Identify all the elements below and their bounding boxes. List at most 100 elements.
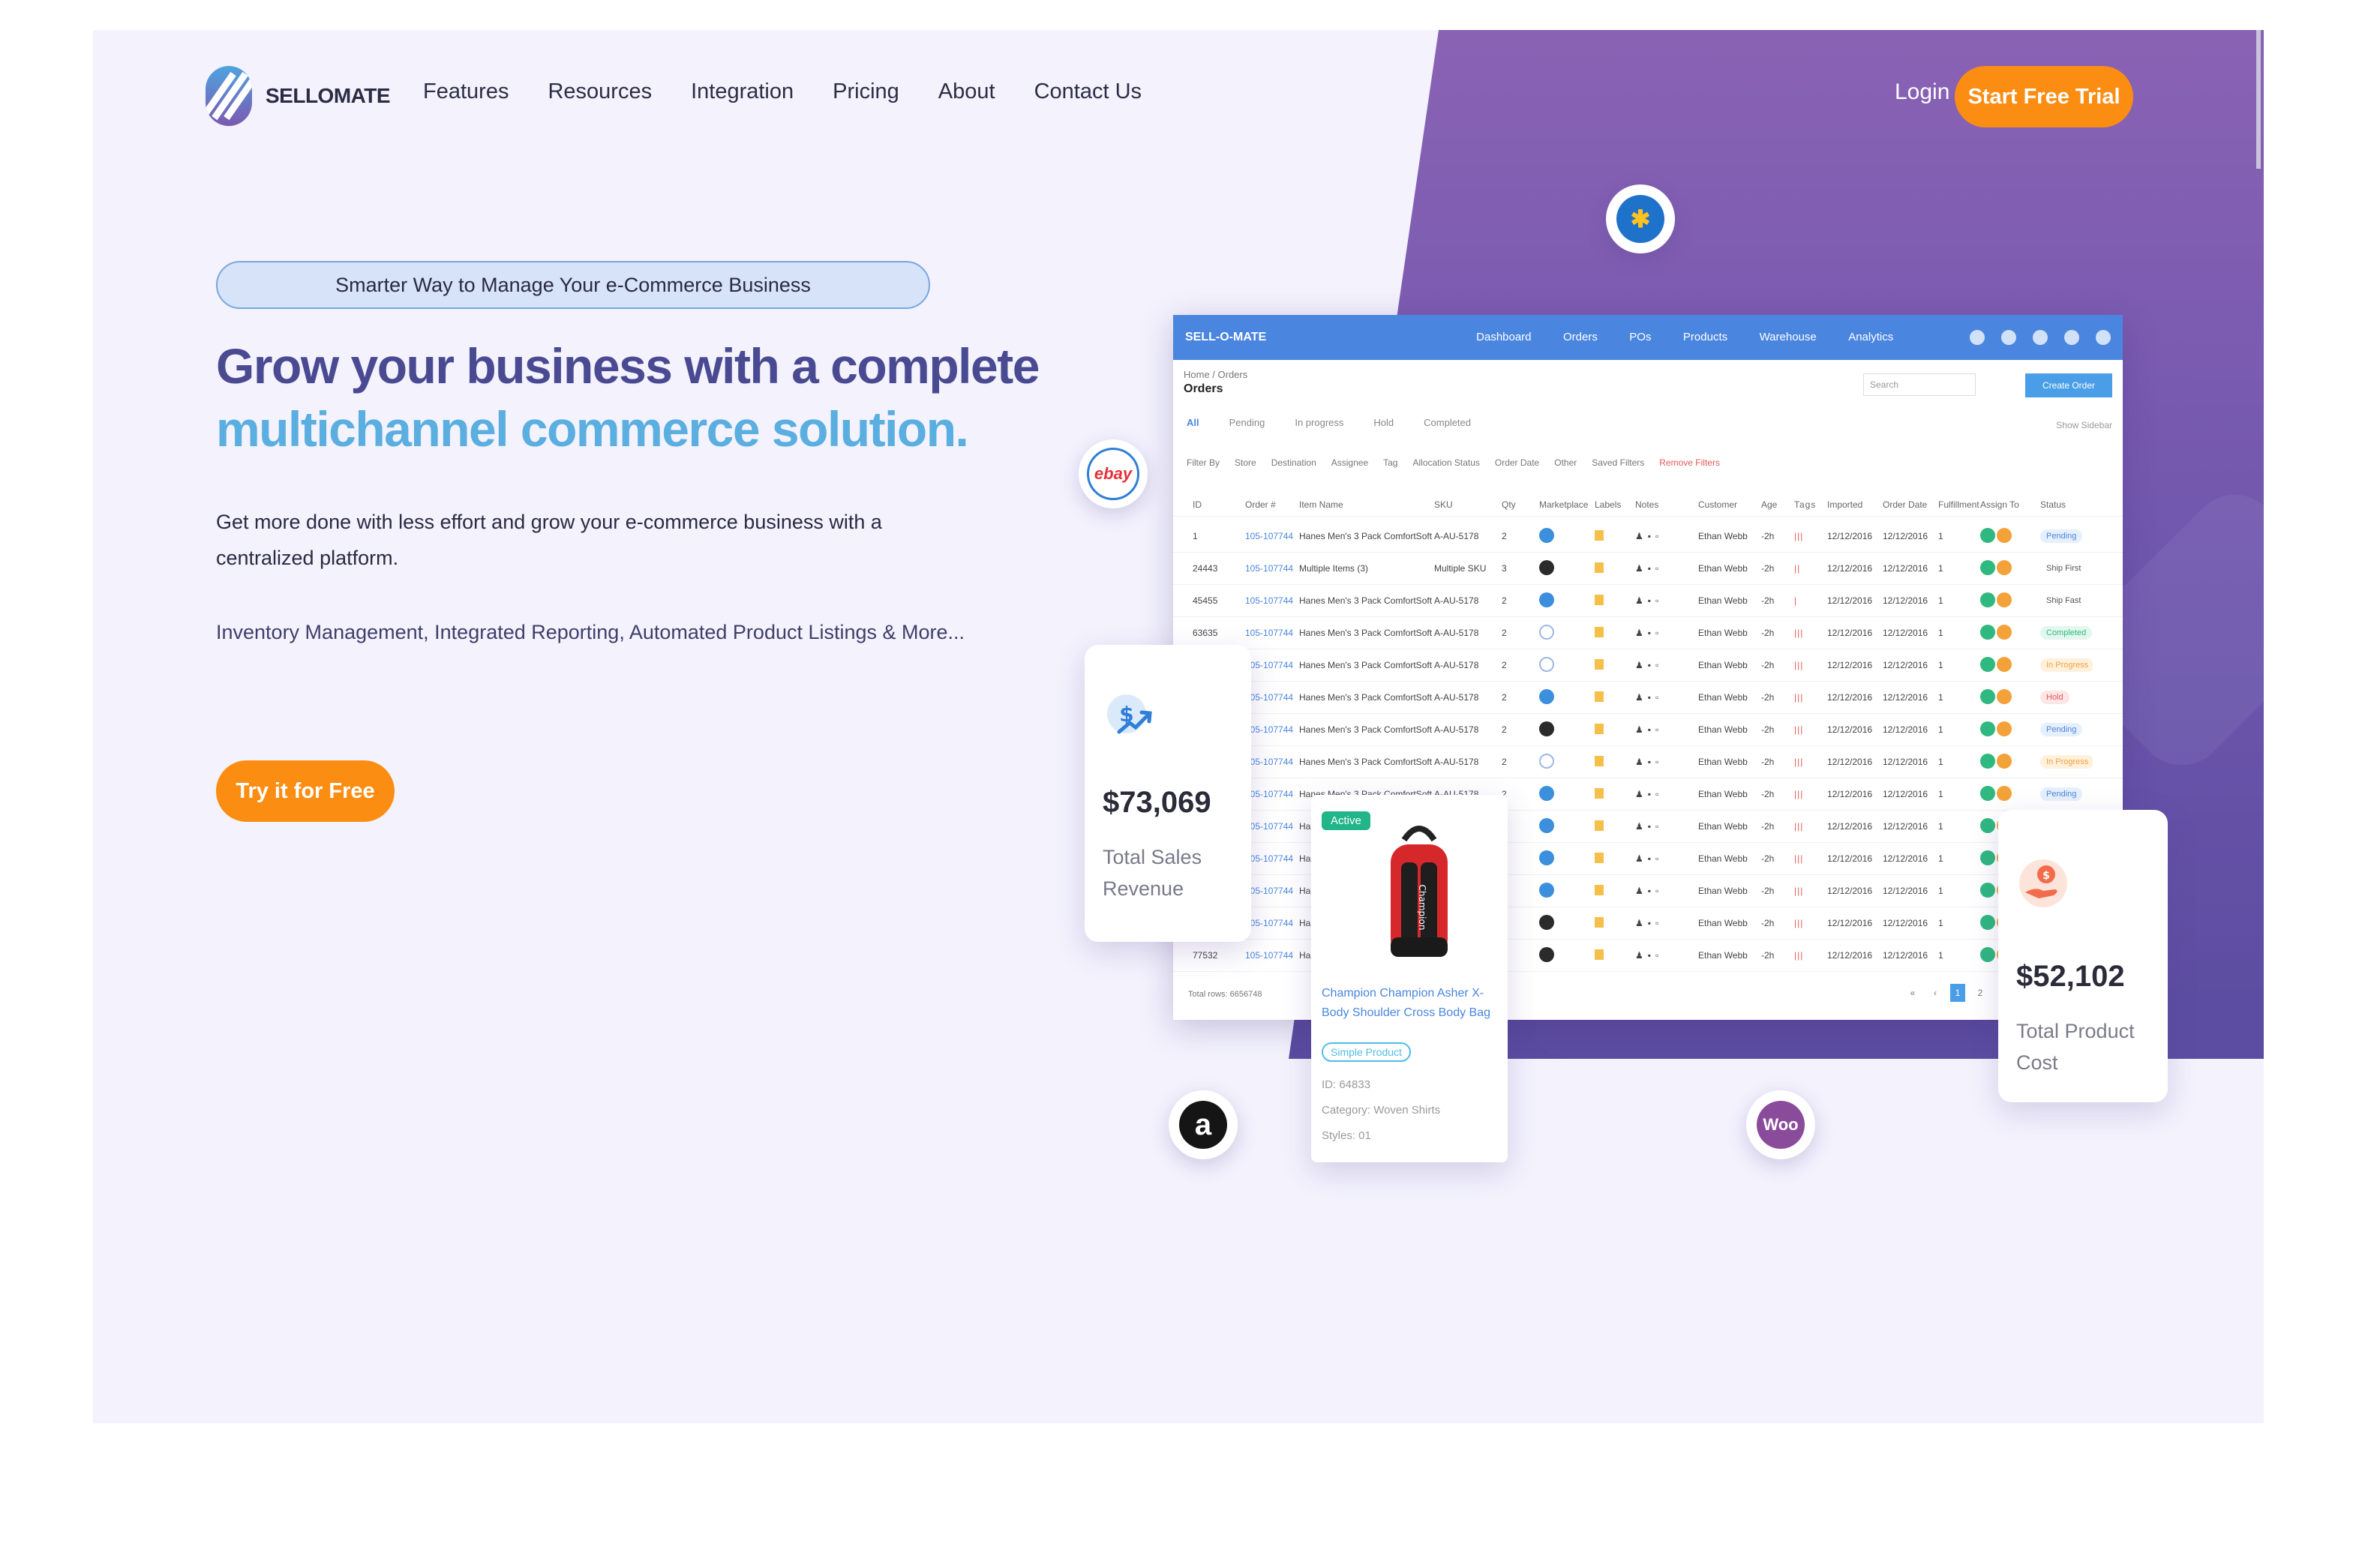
cell-imported: 12/12/2016 <box>1827 886 1873 896</box>
cell-marketplace <box>1539 688 1595 706</box>
nav-link-contact[interactable]: Contact Us <box>1034 79 1142 104</box>
label-icon <box>1595 916 1604 928</box>
cell-age: -2h <box>1761 886 1775 896</box>
cell-notes: ♟▪▫ <box>1635 628 1664 638</box>
cell-tags: ||| <box>1794 531 1804 541</box>
marketplace-icon <box>1539 721 1554 736</box>
cell-imported: 12/12/2016 <box>1827 789 1873 799</box>
cell-order-date: 12/12/2016 <box>1883 853 1928 864</box>
cell-age: -2h <box>1761 660 1775 670</box>
cell-age: -2h <box>1761 918 1775 928</box>
cell-order: 105-107744 <box>1245 853 1294 864</box>
product-type-badge: Simple Product <box>1322 1042 1411 1062</box>
cell-order: 105-107744 <box>1245 886 1294 896</box>
cell-order: 105-107744 <box>1245 692 1294 703</box>
dash-menu-item: Dashboard <box>1476 331 1532 343</box>
hero-headline-line1: Grow your business with a complete <box>216 338 1040 394</box>
assignee-avatar <box>1980 785 1995 801</box>
cell-customer: Ethan Webb <box>1698 918 1748 928</box>
status-badge: In Progress <box>2040 755 2093 769</box>
cell-item: Hanes Men's 3 Pack ComfortSoft <box>1299 692 1433 703</box>
woocommerce-icon: Woo <box>1757 1101 1805 1149</box>
assignee-avatar <box>1980 624 1995 640</box>
login-link[interactable]: Login <box>1895 79 1949 105</box>
cell-age: -2h <box>1761 821 1775 832</box>
cell-assign <box>1980 785 2040 803</box>
cell-order: 105-107744 <box>1245 563 1294 574</box>
cell-age: -2h <box>1761 628 1775 638</box>
cell-age: -2h <box>1761 950 1775 961</box>
marketplace-icon <box>1539 785 1554 801</box>
cell-marketplace <box>1539 850 1595 868</box>
status-badge: Pending <box>2040 787 2083 801</box>
assignee-avatar <box>1980 721 1995 736</box>
status-badge: Pending <box>2040 529 2083 543</box>
cell-sku: A-AU-5178 <box>1434 724 1479 735</box>
cell-tags: ||| <box>1794 757 1804 767</box>
try-it-free-button[interactable]: Try it for Free <box>216 760 395 822</box>
dash-menu-item: Warehouse <box>1759 331 1817 343</box>
cell-notes: ♟▪▫ <box>1635 692 1664 703</box>
cell-sku: A-AU-5178 <box>1434 692 1479 703</box>
dashboard-topbar: SELL-O-MATE Dashboard Orders POs Product… <box>1173 315 2123 360</box>
walmart-icon: ✱ <box>1616 195 1664 243</box>
cell-marketplace <box>1539 785 1595 803</box>
cell-order-date: 12/12/2016 <box>1883 531 1928 541</box>
assignee-avatar <box>1997 721 2012 736</box>
cell-customer: Ethan Webb <box>1698 757 1748 767</box>
brand-logo[interactable]: SELLOMATE <box>206 66 391 126</box>
col-header: Age <box>1761 499 1778 510</box>
cell-marketplace <box>1539 882 1595 900</box>
cell-status: Ship First <box>2040 562 2093 575</box>
assignee-avatar <box>1980 688 1995 704</box>
nav-link-about[interactable]: About <box>938 79 995 104</box>
assignee-avatar <box>1980 882 1995 898</box>
dash-filter: Tag <box>1383 457 1398 468</box>
total-cost-value: $52,102 <box>2016 960 2125 993</box>
cell-notes: ♟▪▫ <box>1635 531 1664 541</box>
cell-labels <box>1595 884 1635 898</box>
top-navbar: SELLOMATE Features Resources Integration… <box>93 30 2264 157</box>
cell-order-date: 12/12/2016 <box>1883 563 1928 574</box>
dash-menu-item: Products <box>1682 331 1728 343</box>
col-header: Customer <box>1698 499 1738 510</box>
cell-id: 1 <box>1193 531 1198 541</box>
marketplace-icon <box>1539 527 1554 543</box>
cell-tags: ||| <box>1794 628 1804 638</box>
start-free-trial-button[interactable]: Start Free Trial <box>1955 66 2133 127</box>
amazon-icon: a <box>1179 1101 1227 1149</box>
total-sales-value: $73,069 <box>1103 786 1211 819</box>
nav-link-features[interactable]: Features <box>423 79 509 104</box>
cell-labels <box>1595 594 1635 607</box>
cell-sku: A-AU-5178 <box>1434 628 1479 638</box>
cell-sku: A-AU-5178 <box>1434 757 1479 767</box>
table-row: 45455 105-107744 Hanes Men's 3 Pack Comfor… <box>1173 585 2123 617</box>
label-icon <box>1595 787 1604 799</box>
cell-labels <box>1595 852 1635 865</box>
cell-imported: 12/12/2016 <box>1827 757 1873 767</box>
cell-item: Hanes Men's 3 Pack ComfortSoft <box>1299 724 1433 735</box>
cell-age: -2h <box>1761 757 1775 767</box>
nav-link-integration[interactable]: Integration <box>691 79 794 104</box>
cell-order-date: 12/12/2016 <box>1883 950 1928 961</box>
cell-age: -2h <box>1761 531 1775 541</box>
ebay-icon: ebay <box>1087 448 1139 500</box>
assignee-avatar <box>1997 688 2012 704</box>
backpack-product-image: Champion <box>1391 826 1448 957</box>
cell-fulfillment: 1 <box>1938 724 1943 735</box>
cell-fulfillment: 1 <box>1938 789 1943 799</box>
dashboard-breadcrumb: Home / Orders <box>1184 369 1248 380</box>
col-header: Fulfillment <box>1938 499 1979 510</box>
dash-menu-item: Analytics <box>1848 331 1894 343</box>
cell-imported: 12/12/2016 <box>1827 595 1873 606</box>
dashboard-tabs: All Pending In progress Hold Completed <box>1187 417 1471 428</box>
active-badge: Active <box>1322 811 1370 830</box>
nav-link-resources[interactable]: Resources <box>548 79 652 104</box>
nav-link-pricing[interactable]: Pricing <box>833 79 899 104</box>
marketplace-icon <box>1539 688 1554 704</box>
cell-order: 105-107744 <box>1245 595 1294 606</box>
cell-marketplace <box>1539 527 1595 545</box>
cell-fulfillment: 1 <box>1938 853 1943 864</box>
table-row: 105-107744 Hanes Men's 3 Pack ComfortSoft… <box>1173 746 2123 778</box>
cell-imported: 12/12/2016 <box>1827 918 1873 928</box>
